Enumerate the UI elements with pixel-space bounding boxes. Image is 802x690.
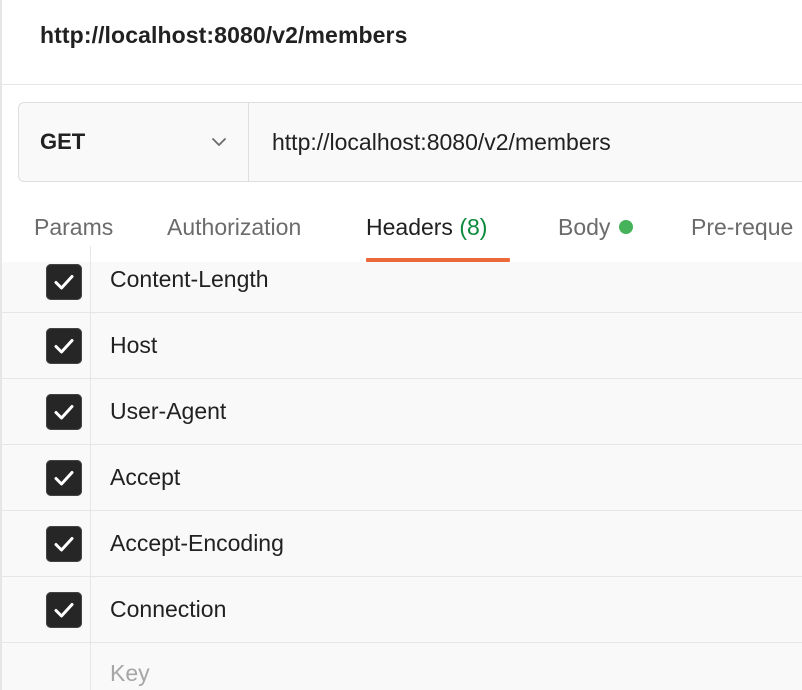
request-url-bar: GET — [18, 102, 802, 182]
url-input[interactable] — [249, 103, 802, 181]
check-icon — [54, 471, 74, 486]
checkbox-cell — [2, 379, 91, 444]
header-enabled-checkbox[interactable] — [46, 592, 82, 628]
request-title-bar: http://localhost:8080/v2/members — [2, 0, 802, 85]
check-icon — [54, 405, 74, 420]
check-icon — [54, 537, 74, 552]
checkbox-cell — [2, 246, 91, 312]
table-row: Host — [2, 313, 802, 379]
table-row: Content-Length — [2, 246, 802, 313]
checkbox-cell — [2, 313, 91, 378]
header-enabled-checkbox[interactable] — [46, 394, 82, 430]
tab-headers-label: Headers — [366, 214, 453, 240]
new-header-row: Key — [2, 643, 802, 690]
checkbox-cell — [2, 577, 91, 642]
tab-body-label: Body — [558, 214, 611, 240]
body-status-dot — [619, 219, 634, 234]
header-enabled-checkbox[interactable] — [46, 526, 82, 562]
checkbox-cell — [2, 511, 91, 576]
request-title[interactable]: http://localhost:8080/v2/members — [40, 22, 407, 49]
checkbox-cell — [2, 445, 91, 510]
new-header-key-input[interactable]: Key — [110, 660, 150, 687]
headers-table: Content-Length Host User-Agent Accept Ac… — [2, 246, 802, 690]
header-enabled-checkbox[interactable] — [46, 460, 82, 496]
table-row: Accept — [2, 445, 802, 511]
header-enabled-checkbox[interactable] — [46, 328, 82, 364]
header-key[interactable]: Host — [110, 332, 157, 359]
header-key[interactable]: User-Agent — [110, 398, 226, 425]
tab-pre-request-label: Pre-reque — [691, 214, 794, 240]
headers-count-badge: (8) — [459, 214, 488, 240]
check-icon — [54, 603, 74, 618]
method-label: GET — [40, 129, 86, 154]
table-row: User-Agent — [2, 379, 802, 445]
tab-params-label: Params — [34, 214, 114, 240]
check-icon — [54, 275, 74, 290]
header-key[interactable]: Connection — [110, 596, 226, 623]
chevron-down-icon — [210, 133, 228, 151]
tab-authorization-label: Authorization — [167, 214, 302, 240]
table-row: Accept-Encoding — [2, 511, 802, 577]
table-row: Connection — [2, 577, 802, 643]
header-key[interactable]: Accept — [110, 464, 180, 491]
method-select[interactable]: GET — [19, 103, 249, 181]
check-icon — [54, 339, 74, 354]
header-key[interactable]: Accept-Encoding — [110, 530, 284, 557]
header-enabled-checkbox[interactable] — [46, 264, 82, 300]
checkbox-cell — [2, 643, 91, 690]
header-key[interactable]: Content-Length — [110, 266, 269, 293]
